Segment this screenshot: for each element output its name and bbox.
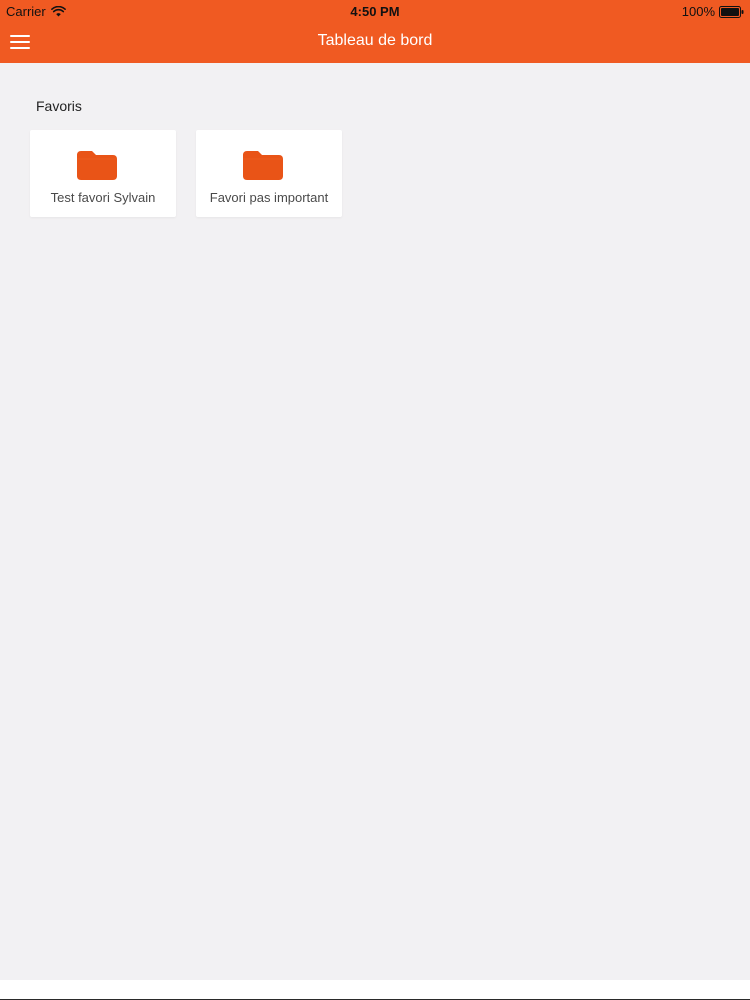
favorites-grid: Test favori Sylvain Favori pas important [30,130,342,217]
favorite-card-label: Favori pas important [209,190,329,205]
status-right: 100% [682,4,744,19]
folder-icon [77,151,117,180]
status-bar: Carrier 4:50 PM 100% [0,0,750,22]
dashboard-screen: Carrier 4:50 PM 100% Tableau de bord Fav… [0,0,750,1000]
battery-icon [719,5,744,18]
favorite-card-label: Test favori Sylvain [50,190,156,205]
favorite-card-favori-pas-important[interactable]: Favori pas important [196,130,342,217]
dashboard-content: Favoris Test favori Sylvain Favori pas i… [0,63,750,980]
status-time: 4:50 PM [350,4,400,19]
top-app-bar: Carrier 4:50 PM 100% Tableau de bord [0,0,750,63]
navigation-bar: Tableau de bord [0,22,750,63]
favorite-card-test-favori-sylvain[interactable]: Test favori Sylvain [30,130,176,217]
page-title: Tableau de bord [317,32,433,49]
favorites-section-title: Favoris [36,98,82,114]
battery-percentage: 100% [681,4,715,19]
folder-icon [243,151,283,180]
bottom-edge [0,980,750,1000]
